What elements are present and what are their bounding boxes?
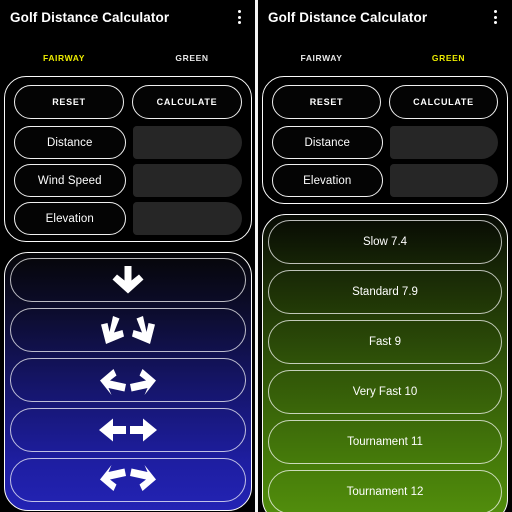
panel-divider [255, 0, 257, 512]
arrow-down-icon [106, 265, 150, 295]
distance-label: Distance [272, 126, 383, 159]
list-item[interactable]: Fast 9 [268, 320, 502, 364]
calculate-button[interactable]: CALCULATE [389, 85, 498, 119]
left-controls-card: RESET CALCULATE Distance Wind Speed Elev… [4, 76, 252, 242]
right-tab-bar: FAIRWAY GREEN [258, 44, 512, 72]
reset-button[interactable]: RESET [272, 85, 381, 119]
list-item[interactable]: Slow 7.4 [268, 220, 502, 264]
arrows-horizontal-icon [96, 415, 160, 445]
calculate-button[interactable]: CALCULATE [132, 85, 242, 119]
arrows-down-diverging-icon [100, 315, 156, 345]
page-title: Golf Distance Calculator [268, 9, 428, 25]
dual-screenshot-comparison: Golf Distance Calculator FAIRWAY GREEN R… [0, 0, 512, 512]
list-item[interactable]: Tournament 12 [268, 470, 502, 512]
field-row-distance: Distance [9, 121, 247, 159]
wind-speed-input[interactable] [132, 164, 242, 197]
list-item[interactable] [10, 408, 246, 452]
field-row-elevation: Elevation [267, 159, 503, 197]
wind-direction-list [4, 252, 252, 511]
right-app-bar: Golf Distance Calculator [258, 0, 512, 34]
distance-input[interactable] [389, 126, 498, 159]
list-item[interactable] [10, 458, 246, 502]
wind-speed-label: Wind Speed [14, 164, 126, 197]
elevation-label: Elevation [272, 164, 383, 197]
more-vert-icon[interactable] [230, 4, 248, 30]
arrows-outward-down-icon [96, 365, 160, 395]
elevation-label: Elevation [14, 202, 126, 235]
arrows-outward-up-icon [96, 465, 160, 495]
green-speed-list: Slow 7.4 Standard 7.9 Fast 9 Very Fast 1… [262, 214, 508, 512]
right-app-panel: Golf Distance Calculator FAIRWAY GREEN R… [256, 0, 512, 512]
distance-input[interactable] [132, 126, 242, 159]
list-item[interactable] [10, 308, 246, 352]
field-row-distance: Distance [267, 121, 503, 159]
tab-green[interactable]: GREEN [128, 53, 256, 63]
tab-green[interactable]: GREEN [385, 53, 512, 63]
tab-fairway[interactable]: FAIRWAY [0, 53, 128, 63]
list-item[interactable] [10, 258, 246, 302]
list-item[interactable]: Very Fast 10 [268, 370, 502, 414]
left-app-bar: Golf Distance Calculator [0, 0, 256, 34]
list-item[interactable]: Tournament 11 [268, 420, 502, 464]
right-controls-card: RESET CALCULATE Distance Elevation [262, 76, 508, 204]
left-button-row: RESET CALCULATE [9, 82, 247, 121]
list-item[interactable]: Standard 7.9 [268, 270, 502, 314]
field-row-elevation: Elevation [9, 197, 247, 235]
page-title: Golf Distance Calculator [10, 9, 170, 25]
elevation-input[interactable] [132, 202, 242, 235]
distance-label: Distance [14, 126, 126, 159]
left-app-panel: Golf Distance Calculator FAIRWAY GREEN R… [0, 0, 256, 512]
tab-fairway[interactable]: FAIRWAY [258, 53, 385, 63]
right-button-row: RESET CALCULATE [267, 82, 503, 121]
left-tab-bar: FAIRWAY GREEN [0, 44, 256, 72]
reset-button[interactable]: RESET [14, 85, 124, 119]
elevation-input[interactable] [389, 164, 498, 197]
more-vert-icon[interactable] [486, 4, 504, 30]
list-item[interactable] [10, 358, 246, 402]
field-row-wind-speed: Wind Speed [9, 159, 247, 197]
